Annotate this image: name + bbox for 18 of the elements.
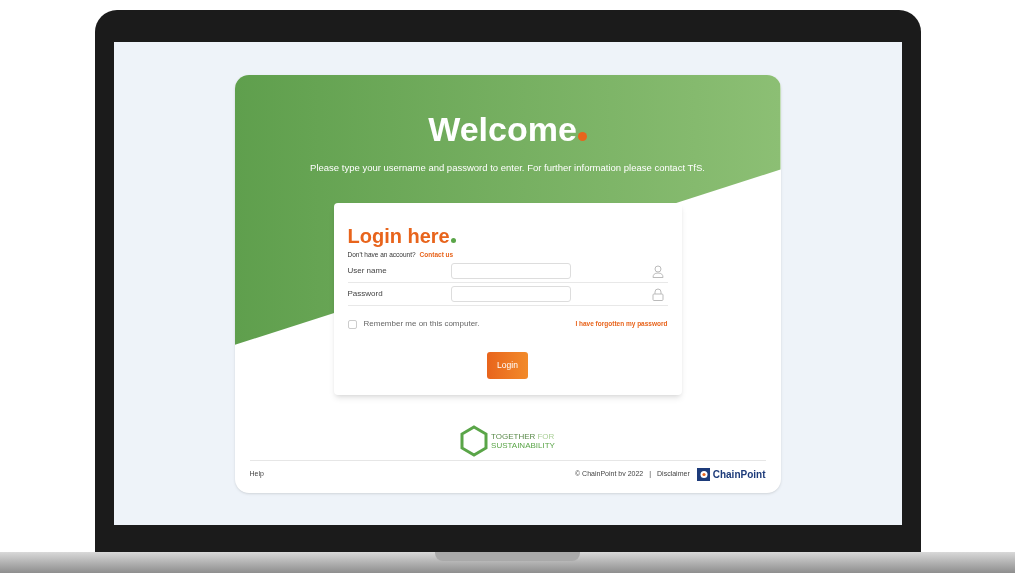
remember-label: Remember me on this computer. xyxy=(363,318,480,330)
login-button[interactable]: Login xyxy=(487,352,528,379)
lock-icon xyxy=(651,287,664,301)
logo-text: FOR xyxy=(537,432,555,442)
logo-text: TOGETHER xyxy=(491,432,536,442)
welcome-title: Welcome xyxy=(428,109,577,149)
hexagon-logo-icon xyxy=(460,425,489,458)
logo-text: SUSTAINABILITY xyxy=(491,441,555,451)
user-icon xyxy=(651,264,664,278)
remember-checkbox[interactable] xyxy=(347,319,357,329)
brand-name: ChainPoint xyxy=(712,467,766,482)
field-label: User name xyxy=(347,265,388,277)
password-field[interactable] xyxy=(450,286,571,302)
field-label: Password xyxy=(347,288,384,300)
welcome-subtitle: Please type your username and password to enter. For further information please contact TfS. xyxy=(310,161,705,175)
username-field[interactable] xyxy=(450,263,571,279)
brand-logo-icon xyxy=(696,467,710,481)
login-title: Login here xyxy=(347,225,450,248)
